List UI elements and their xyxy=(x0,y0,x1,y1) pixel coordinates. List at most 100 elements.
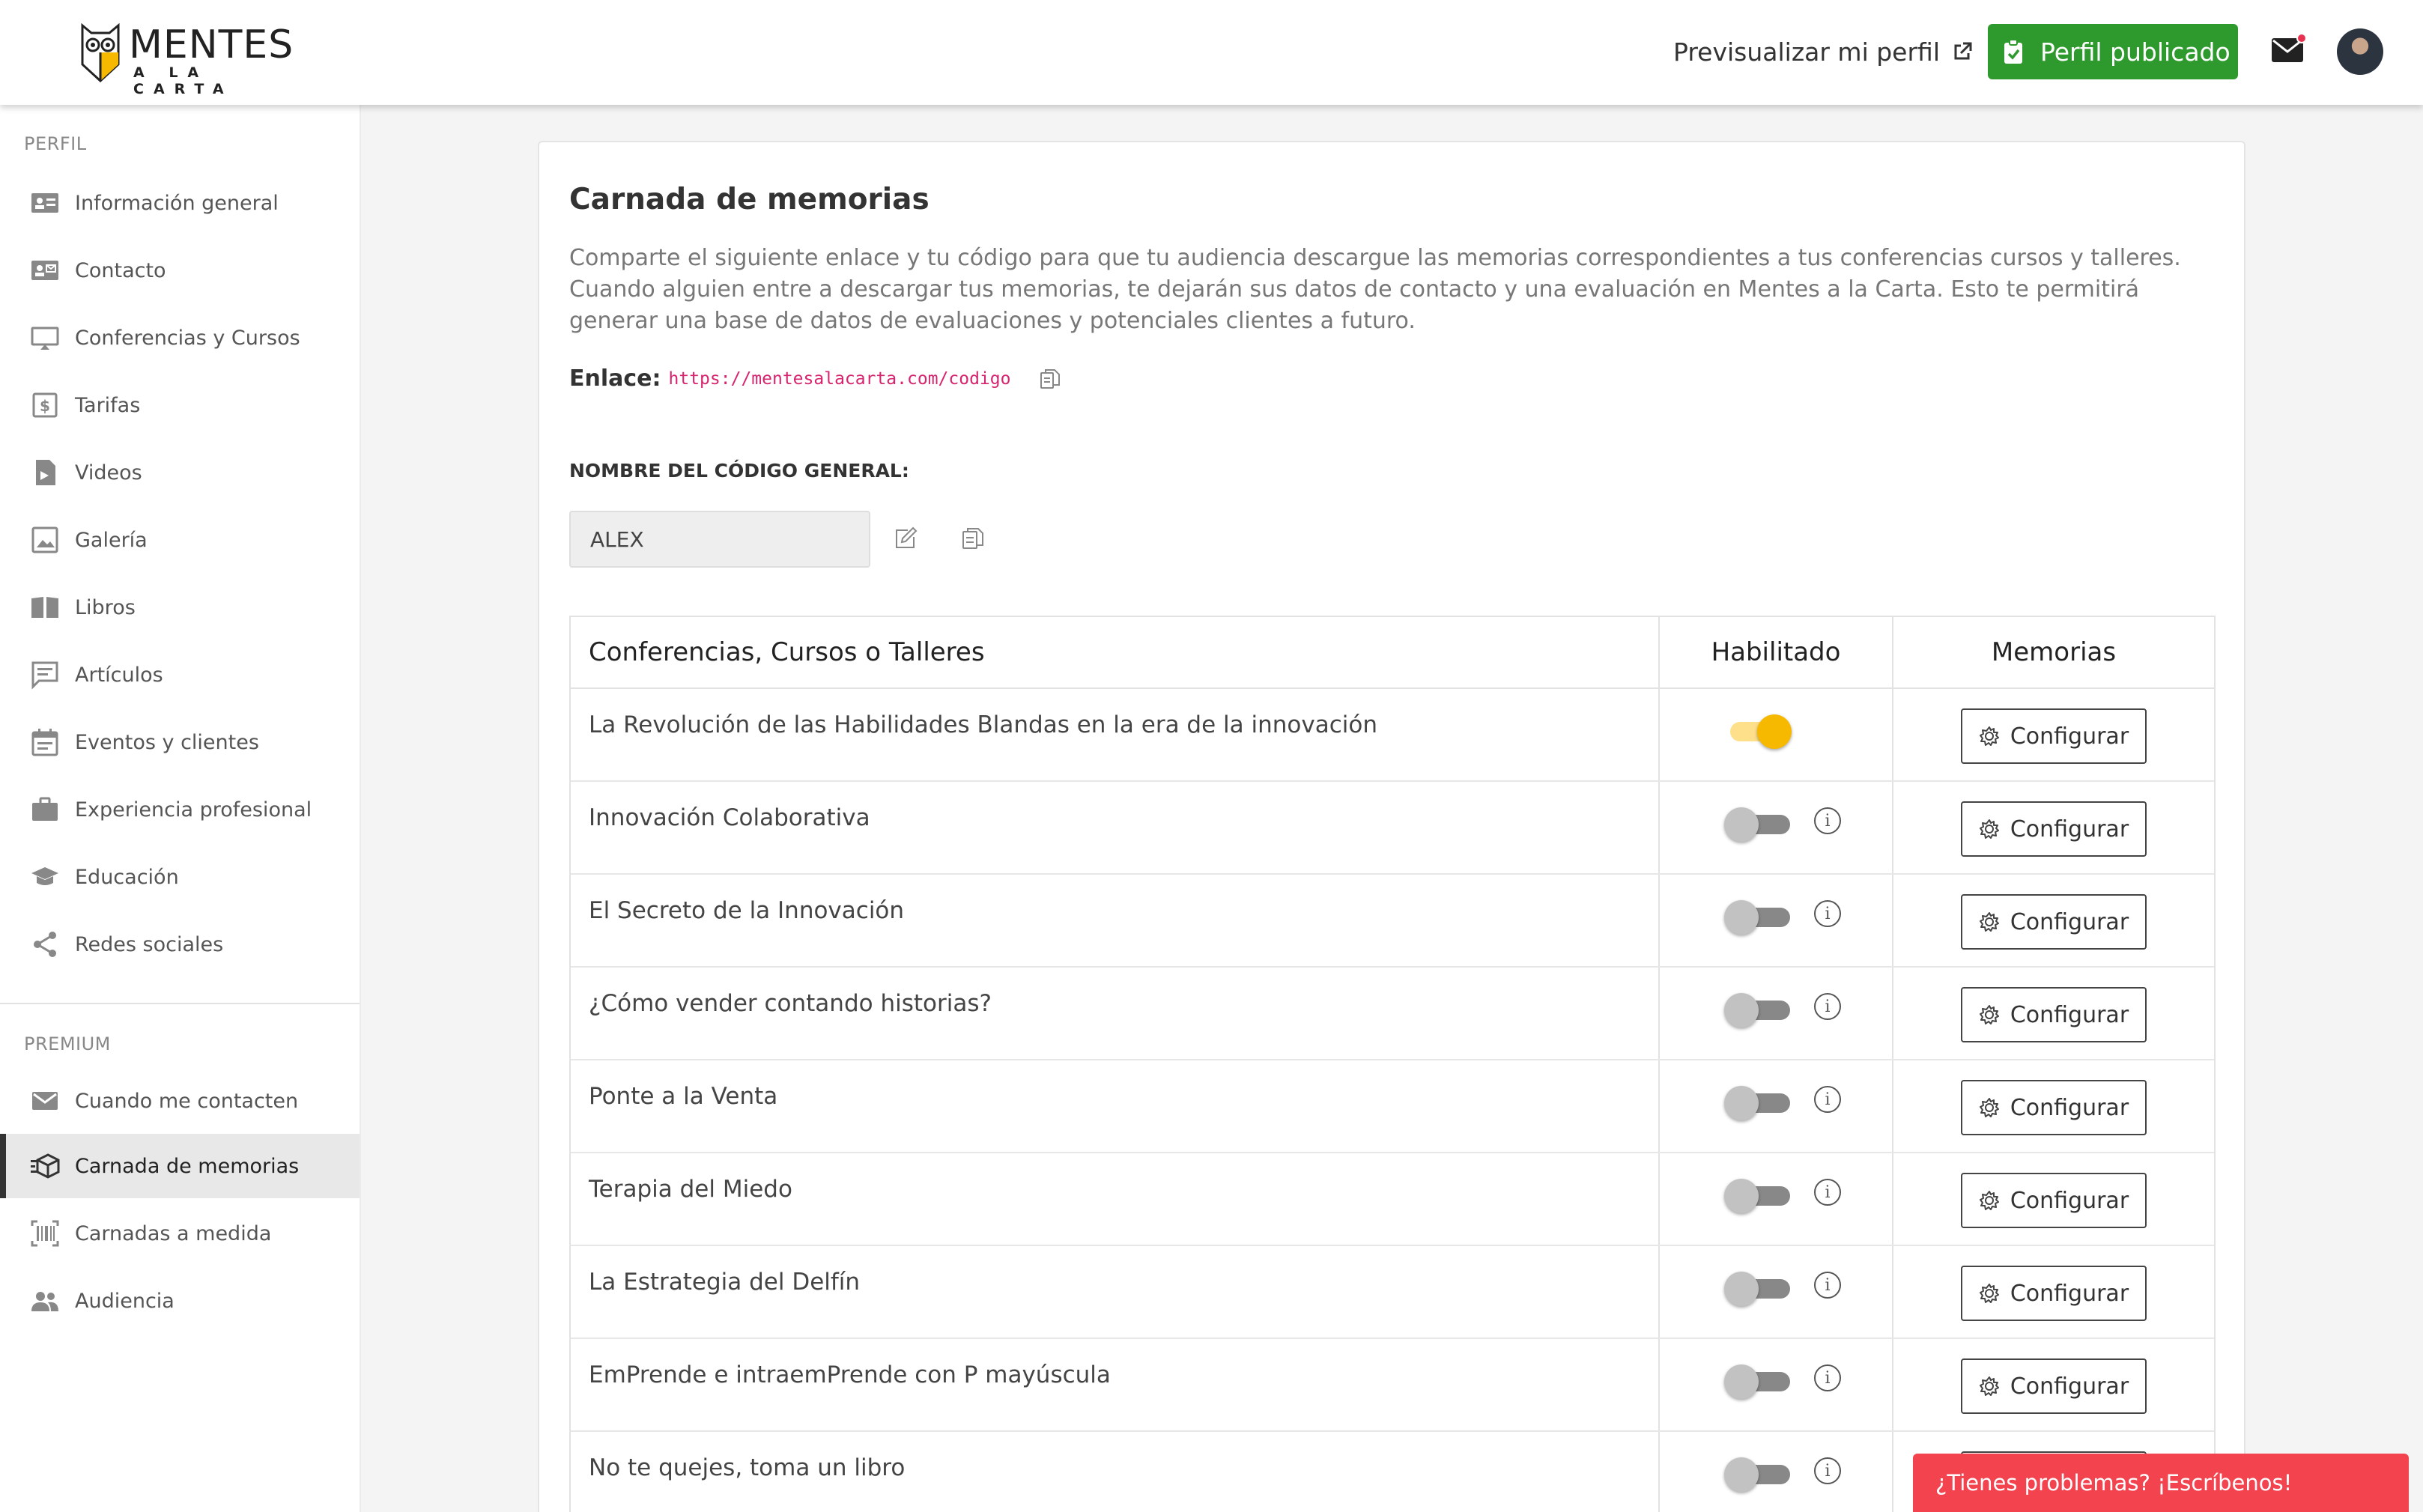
published-profile-button[interactable]: Perfil publicado xyxy=(1988,24,2238,79)
sidebar-item-label: Experiencia profesional xyxy=(75,798,312,822)
gear-icon xyxy=(1979,912,1999,932)
sidebar-item-contacto[interactable]: Contacto xyxy=(0,238,360,303)
enabled-cell: i xyxy=(1660,968,1893,1059)
table-header: Conferencias, Cursos o Talleres Habilita… xyxy=(571,617,2214,689)
enabled-cell: i xyxy=(1660,1432,1893,1512)
sidebar-item-videos[interactable]: Videos xyxy=(0,440,360,505)
table-row: El Secreto de la Innovación i Configurar xyxy=(571,875,2214,968)
graduation-cap-icon xyxy=(31,867,58,885)
info-icon[interactable]: i xyxy=(1814,1457,1841,1484)
enabled-toggle[interactable] xyxy=(1724,1454,1790,1492)
sidebar-item-label: Información general xyxy=(75,191,279,215)
course-name: No te quejes, toma un libro xyxy=(571,1432,1660,1512)
dollar-icon: $ xyxy=(32,392,58,418)
code-name-input[interactable] xyxy=(569,511,870,568)
sidebar-item-tarifas[interactable]: $ Tarifas xyxy=(0,373,360,437)
monitor-icon xyxy=(31,327,59,350)
course-name: Ponte a la Venta xyxy=(571,1060,1660,1152)
enabled-cell: i xyxy=(1660,1339,1893,1430)
sidebar-item-eventos[interactable]: Eventos y clientes xyxy=(0,710,360,774)
sidebar: PERFIL Información general Contacto Conf… xyxy=(0,105,361,1512)
enabled-toggle[interactable] xyxy=(1724,804,1790,842)
configure-label: Configurar xyxy=(2010,908,2129,935)
sidebar-item-libros[interactable]: Libros xyxy=(0,575,360,640)
toggle-knob xyxy=(1724,807,1759,842)
sidebar-item-label: Carnada de memorias xyxy=(75,1154,300,1178)
configure-button[interactable]: Configurar xyxy=(1961,1080,2147,1135)
video-file-icon xyxy=(36,460,55,485)
info-icon[interactable]: i xyxy=(1814,900,1841,927)
help-chat-bar[interactable]: ¿Tienes problemas? ¡Escríbenos! xyxy=(1913,1454,2409,1512)
top-header: MENTES A LA CARTA Previsualizar mi perfi… xyxy=(0,0,2423,105)
sidebar-item-articulos[interactable]: Artículos xyxy=(0,643,360,707)
sidebar-item-label: Contacto xyxy=(75,258,166,282)
table-row: EmPrende e intraemPrende con P mayúscula… xyxy=(571,1339,2214,1432)
info-icon[interactable]: i xyxy=(1814,1179,1841,1206)
sidebar-item-audiencia[interactable]: Audiencia xyxy=(0,1269,360,1333)
info-icon[interactable]: i xyxy=(1814,1272,1841,1299)
sidebar-item-label: Cuando me contacten xyxy=(75,1089,299,1113)
sidebar-item-label: Tarifas xyxy=(75,393,141,417)
enabled-cell: i xyxy=(1660,1060,1893,1152)
configure-button[interactable]: Configurar xyxy=(1961,1266,2147,1321)
copy-link-icon[interactable] xyxy=(1039,368,1061,390)
sidebar-item-experiencia[interactable]: Experiencia profesional xyxy=(0,777,360,842)
courses-table: Conferencias, Cursos o Talleres Habilita… xyxy=(569,616,2216,1512)
share-link-url[interactable]: https://mentesalacarta.com/codigo xyxy=(669,369,1011,389)
sidebar-item-label: Conferencias y Cursos xyxy=(75,326,300,350)
memories-cell: Configurar xyxy=(1893,1339,2214,1430)
memories-cell: Configurar xyxy=(1893,968,2214,1059)
page-description: Comparte el siguiente enlace y tu código… xyxy=(569,245,2181,334)
configure-label: Configurar xyxy=(2010,1280,2129,1307)
sidebar-item-redes[interactable]: Redes sociales xyxy=(0,912,360,977)
envelope-icon xyxy=(32,1092,58,1110)
enabled-toggle[interactable] xyxy=(1724,990,1790,1027)
gear-icon xyxy=(1979,1191,1999,1210)
edit-icon[interactable] xyxy=(893,526,918,551)
preview-profile-link[interactable]: Previsualizar mi perfil xyxy=(1673,33,1973,70)
enabled-toggle[interactable] xyxy=(1724,1176,1790,1213)
enabled-toggle[interactable] xyxy=(1724,897,1790,935)
course-name: El Secreto de la Innovación xyxy=(571,875,1660,966)
course-name: Terapia del Miedo xyxy=(571,1153,1660,1245)
sidebar-item-carnadas-a-medida[interactable]: Carnadas a medida xyxy=(0,1201,360,1266)
gear-icon xyxy=(1979,1098,1999,1117)
info-icon[interactable]: i xyxy=(1814,807,1841,834)
course-name: La Estrategia del Delfín xyxy=(571,1246,1660,1338)
configure-button[interactable]: Configurar xyxy=(1961,1358,2147,1414)
sidebar-item-conferencias[interactable]: Conferencias y Cursos xyxy=(0,306,360,370)
clipboard-check-icon xyxy=(2004,39,2022,64)
sidebar-item-informacion-general[interactable]: Información general xyxy=(0,171,360,235)
preview-profile-label: Previsualizar mi perfil xyxy=(1673,37,1941,67)
toggle-knob xyxy=(1724,1086,1759,1120)
sidebar-item-label: Educación xyxy=(75,865,179,889)
configure-button[interactable]: Configurar xyxy=(1961,801,2147,857)
sidebar-item-carnada-de-memorias[interactable]: Carnada de memorias xyxy=(0,1134,360,1198)
share-link-row: Enlace: https://mentesalacarta.com/codig… xyxy=(569,365,1061,392)
memories-cell: Configurar xyxy=(1893,689,2214,780)
configure-button[interactable]: Configurar xyxy=(1961,987,2147,1042)
enabled-cell xyxy=(1660,689,1893,780)
configure-button[interactable]: Configurar xyxy=(1961,1173,2147,1228)
sidebar-item-cuando-me-contacten[interactable]: Cuando me contacten xyxy=(0,1069,360,1133)
configure-button[interactable]: Configurar xyxy=(1961,708,2147,764)
barcode-icon xyxy=(31,1220,59,1247)
configure-label: Configurar xyxy=(2010,1001,2129,1028)
info-icon[interactable]: i xyxy=(1814,993,1841,1020)
enabled-toggle[interactable] xyxy=(1724,1361,1790,1399)
sidebar-item-educacion[interactable]: Educación xyxy=(0,845,360,909)
sidebar-item-galeria[interactable]: Galería xyxy=(0,508,360,572)
user-avatar[interactable] xyxy=(2337,28,2383,75)
messages-button[interactable] xyxy=(2271,33,2307,63)
logo[interactable]: MENTES A LA CARTA xyxy=(79,22,293,97)
info-icon[interactable]: i xyxy=(1814,1364,1841,1391)
enabled-toggle[interactable] xyxy=(1724,1083,1790,1120)
copy-code-icon[interactable] xyxy=(960,526,986,551)
configure-button[interactable]: Configurar xyxy=(1961,894,2147,950)
course-name: ¿Cómo vender contando historias? xyxy=(571,968,1660,1059)
enabled-toggle[interactable] xyxy=(1724,711,1792,749)
info-icon[interactable]: i xyxy=(1814,1086,1841,1113)
sidebar-item-label: Artículos xyxy=(75,663,163,687)
external-link-icon xyxy=(1954,42,1972,60)
enabled-toggle[interactable] xyxy=(1724,1269,1790,1306)
